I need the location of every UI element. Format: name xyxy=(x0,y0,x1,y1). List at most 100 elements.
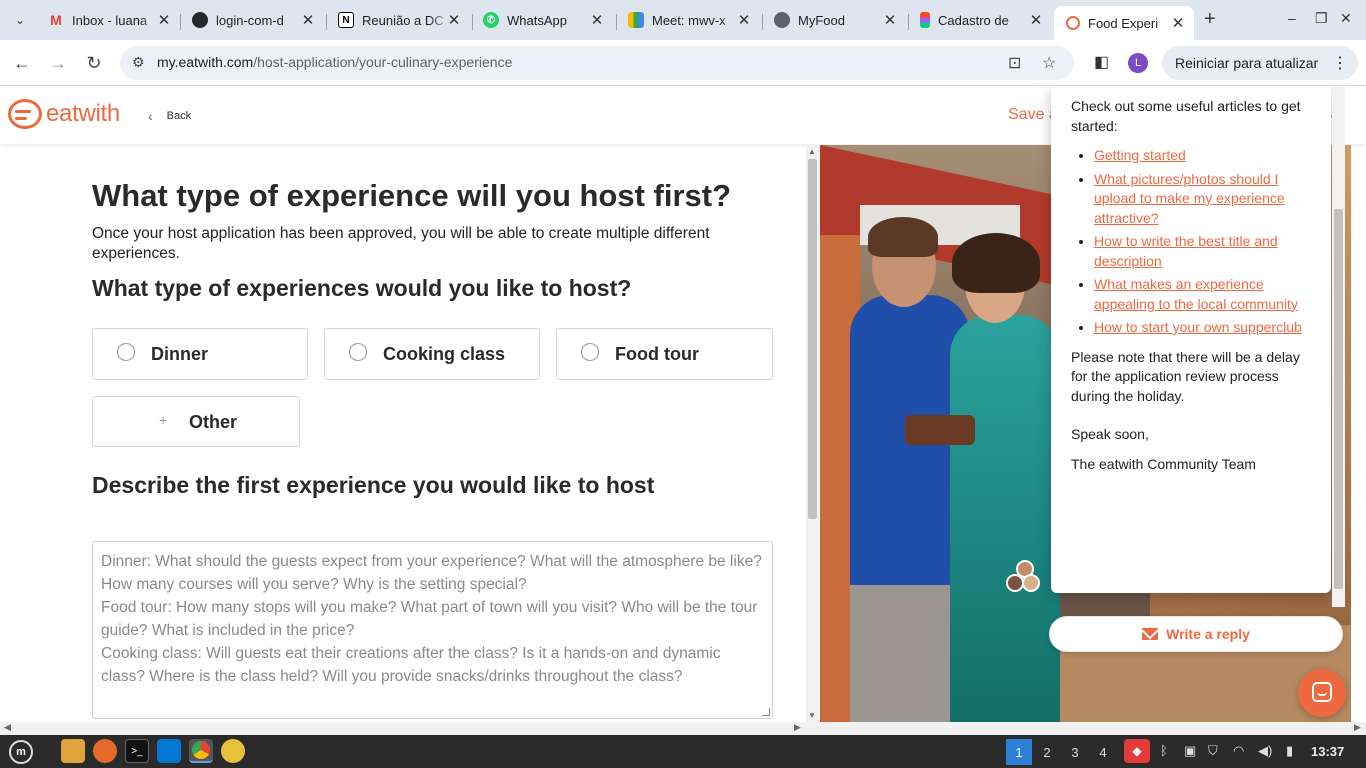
option-label: Dinner xyxy=(151,344,209,364)
tab-myfood[interactable]: MyFood ✕ xyxy=(774,6,898,34)
new-tab-button[interactable]: + xyxy=(1204,8,1216,31)
radio-dinner[interactable] xyxy=(117,343,135,361)
article-link[interactable]: What pictures/photos should I upload to … xyxy=(1094,171,1285,226)
list-item: Getting started xyxy=(1094,146,1311,166)
arrow-right-icon: → xyxy=(49,52,67,73)
workspace-3[interactable]: 3 xyxy=(1062,739,1088,765)
browser-toolbar: ← → ↻ ⚙ my.eatwith.com/host-application/… xyxy=(0,40,1366,86)
close-icon[interactable]: ✕ xyxy=(882,11,898,29)
list-item: What makes an experience appealing to th… xyxy=(1094,275,1311,314)
scroll-up-icon[interactable]: ▲ xyxy=(808,147,816,156)
battery-icon[interactable]: ▮ xyxy=(1286,743,1293,759)
url-text: my.eatwith.com/host-application/your-cul… xyxy=(157,54,512,70)
close-icon[interactable]: ✕ xyxy=(589,11,605,29)
article-link[interactable]: Getting started xyxy=(1094,147,1186,163)
plus-icon: + xyxy=(159,412,168,428)
scroll-left-icon[interactable]: ◀ xyxy=(4,722,11,733)
tab-title: MyFood xyxy=(798,12,845,28)
eatwith-logo-icon xyxy=(8,99,42,129)
files-icon[interactable] xyxy=(61,739,85,763)
option-label: Other xyxy=(189,412,238,432)
chat-launcher-button[interactable] xyxy=(1298,669,1346,717)
article-link[interactable]: What makes an experience appealing to th… xyxy=(1094,276,1298,312)
bookmark-star-icon[interactable]: ☆ xyxy=(1042,53,1056,73)
tab-notion[interactable]: N Reunião a DC ✕ xyxy=(338,6,462,34)
side-panel-icon[interactable]: ◧ xyxy=(1094,52,1109,72)
close-icon[interactable]: ✕ xyxy=(1170,14,1186,32)
tab-figma[interactable]: Cadastro de ✕ xyxy=(920,6,1044,34)
page-lead: Once your host application has been appr… xyxy=(92,225,710,262)
close-window-button[interactable]: ✕ xyxy=(1340,10,1352,27)
bluetooth-icon[interactable]: ᛒ xyxy=(1160,743,1168,758)
close-icon[interactable]: ✕ xyxy=(300,11,316,29)
article-link[interactable]: How to write the best title and descript… xyxy=(1094,233,1278,269)
radio-cooking-class[interactable] xyxy=(349,343,367,361)
tab-title: Reunião a DC xyxy=(362,12,444,28)
tab-whatsapp[interactable]: ✆ WhatsApp ✕ xyxy=(483,6,605,34)
update-button[interactable]: Reiniciar para atualizar ⋮ xyxy=(1162,46,1358,80)
clipboard-icon[interactable]: ▣ xyxy=(1184,743,1196,759)
scroll-right-icon[interactable]: ▶ xyxy=(794,722,801,733)
tab-meet[interactable]: Meet: mwv-x ✕ xyxy=(628,6,752,34)
chrome-logo xyxy=(192,741,210,759)
scroll-down-icon[interactable]: ▼ xyxy=(808,711,816,720)
minimize-button[interactable]: – xyxy=(1288,10,1296,26)
write-reply-button[interactable]: Write a reply xyxy=(1049,616,1343,652)
tab-divider xyxy=(908,14,909,30)
close-icon[interactable]: ✕ xyxy=(736,11,752,29)
tab-search-button[interactable]: ⌄ xyxy=(6,6,34,34)
mint-logo-icon: m xyxy=(9,740,33,764)
workspace-1[interactable]: 1 xyxy=(1006,739,1032,765)
scrollbar-thumb[interactable] xyxy=(1334,209,1343,589)
back-button[interactable]: ← xyxy=(10,51,34,75)
back-link[interactable]: ‹ Back xyxy=(148,108,191,124)
wifi-icon[interactable]: ◠ xyxy=(1233,743,1244,759)
firefox-icon[interactable] xyxy=(93,739,117,763)
tab-gmail[interactable]: M Inbox - luana ✕ xyxy=(48,6,172,34)
reload-button[interactable]: ↻ xyxy=(82,51,106,75)
close-icon[interactable]: ✕ xyxy=(446,11,462,29)
install-app-icon[interactable]: ⊡ xyxy=(1008,53,1021,73)
eatwith-logo[interactable]: eatwith xyxy=(8,99,120,129)
forward-button[interactable]: → xyxy=(46,51,70,75)
tab-divider xyxy=(616,14,617,30)
option-other[interactable]: + Other xyxy=(92,396,300,447)
address-bar[interactable]: ⚙ my.eatwith.com/host-application/your-c… xyxy=(120,46,1074,80)
option-food-tour[interactable]: Food tour xyxy=(556,328,773,380)
textarea-resize-handle[interactable] xyxy=(762,708,770,716)
logo-text: eatwith xyxy=(46,100,120,127)
chrome-icon[interactable] xyxy=(189,739,213,763)
content-scrollbar[interactable]: ▲ ▼ xyxy=(806,145,819,722)
menu-button[interactable]: m xyxy=(6,738,36,766)
close-icon[interactable]: ✕ xyxy=(156,11,172,29)
back-label: Back xyxy=(166,110,192,122)
vscode-icon[interactable] xyxy=(157,739,181,763)
profile-avatar[interactable]: L xyxy=(1128,53,1148,73)
option-cooking-class[interactable]: Cooking class xyxy=(324,328,540,380)
volume-icon[interactable]: ◀) xyxy=(1258,743,1272,759)
scroll-right-icon[interactable]: ▶ xyxy=(1354,722,1361,733)
maximize-button[interactable]: ❐ xyxy=(1315,10,1328,27)
tab-github[interactable]: login-com-d ✕ xyxy=(192,6,316,34)
clock[interactable]: 13:37 xyxy=(1311,744,1344,759)
chat-scrollbar[interactable] xyxy=(1332,87,1345,607)
workspace-2[interactable]: 2 xyxy=(1034,739,1060,765)
notion-icon: N xyxy=(338,12,354,28)
shield-icon[interactable]: ⛉ xyxy=(1208,743,1218,759)
site-settings-icon[interactable]: ⚙ xyxy=(132,54,145,71)
option-dinner[interactable]: Dinner xyxy=(92,328,308,380)
tab-divider xyxy=(326,14,327,30)
app-icon[interactable] xyxy=(221,739,245,763)
more-menu-icon[interactable]: ⋮ xyxy=(1332,53,1348,73)
article-link[interactable]: How to start your own supperclub xyxy=(1094,319,1302,335)
tab-food-experience[interactable]: Food Experi ✕ xyxy=(1054,6,1194,40)
workspace-4[interactable]: 4 xyxy=(1090,739,1116,765)
horizontal-scrollbar[interactable]: ◀ ▶ ▶ xyxy=(0,722,1366,735)
maximize-icon: ❐ xyxy=(1315,10,1328,26)
close-icon[interactable]: ✕ xyxy=(1028,11,1044,29)
radio-food-tour[interactable] xyxy=(581,343,599,361)
scrollbar-thumb[interactable] xyxy=(808,159,817,519)
terminal-icon[interactable]: >_ xyxy=(125,739,149,763)
experience-description-textarea[interactable]: Dinner: What should the guests expect fr… xyxy=(92,541,773,719)
anydesk-icon[interactable]: ◆ xyxy=(1124,739,1150,763)
